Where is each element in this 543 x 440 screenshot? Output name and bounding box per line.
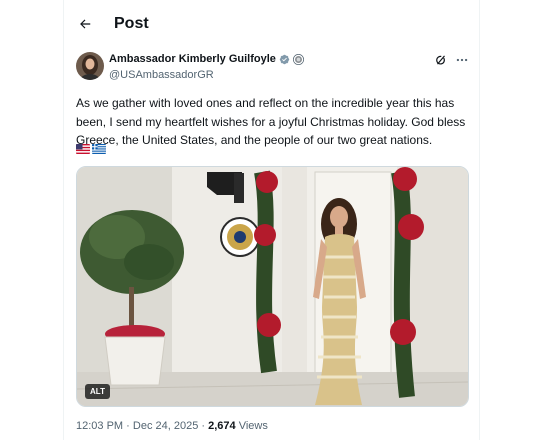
post-time[interactable]: 12:03 PM [76, 420, 123, 432]
post-column: Post Ambassador Kimberly Guilfoyle @USAm… [63, 0, 480, 440]
author-handle[interactable]: @USAmbassadorGR [109, 69, 304, 81]
meta-separator-2: · [201, 420, 206, 432]
author-info: Ambassador Kimberly Guilfoyle @USAmbassa… [109, 53, 304, 81]
author-name[interactable]: Ambassador Kimberly Guilfoyle [109, 53, 276, 65]
grok-icon [436, 55, 445, 65]
views-label: Views [238, 420, 268, 432]
avatar[interactable] [76, 52, 104, 80]
grok-button[interactable] [434, 53, 450, 69]
meta-separator: · [126, 420, 130, 432]
government-seal-icon[interactable] [292, 53, 304, 65]
arrow-left-icon [80, 19, 91, 29]
back-button[interactable] [72, 11, 98, 37]
avatar-image [76, 52, 104, 80]
post-text: As we gather with loved ones and reflect… [76, 96, 466, 147]
greece-flag-icon [92, 144, 106, 154]
us-flag-icon [76, 144, 90, 154]
post-date[interactable]: Dec 24, 2025 [133, 420, 198, 432]
page-title: Post [114, 15, 149, 32]
more-button[interactable] [455, 53, 471, 69]
emoji-flags [76, 144, 106, 154]
more-horizontal-icon [456, 58, 468, 62]
post-meta: 12:03 PM · Dec 24, 2025 · 2,674 Views [76, 420, 268, 432]
alt-badge[interactable]: ALT [85, 384, 110, 399]
views-count[interactable]: 2,674 [208, 420, 236, 432]
verified-check-icon[interactable] [279, 54, 290, 65]
post-photo[interactable]: ALT [76, 166, 469, 407]
top-bar: Post [64, 0, 479, 50]
photo-image [77, 167, 468, 406]
